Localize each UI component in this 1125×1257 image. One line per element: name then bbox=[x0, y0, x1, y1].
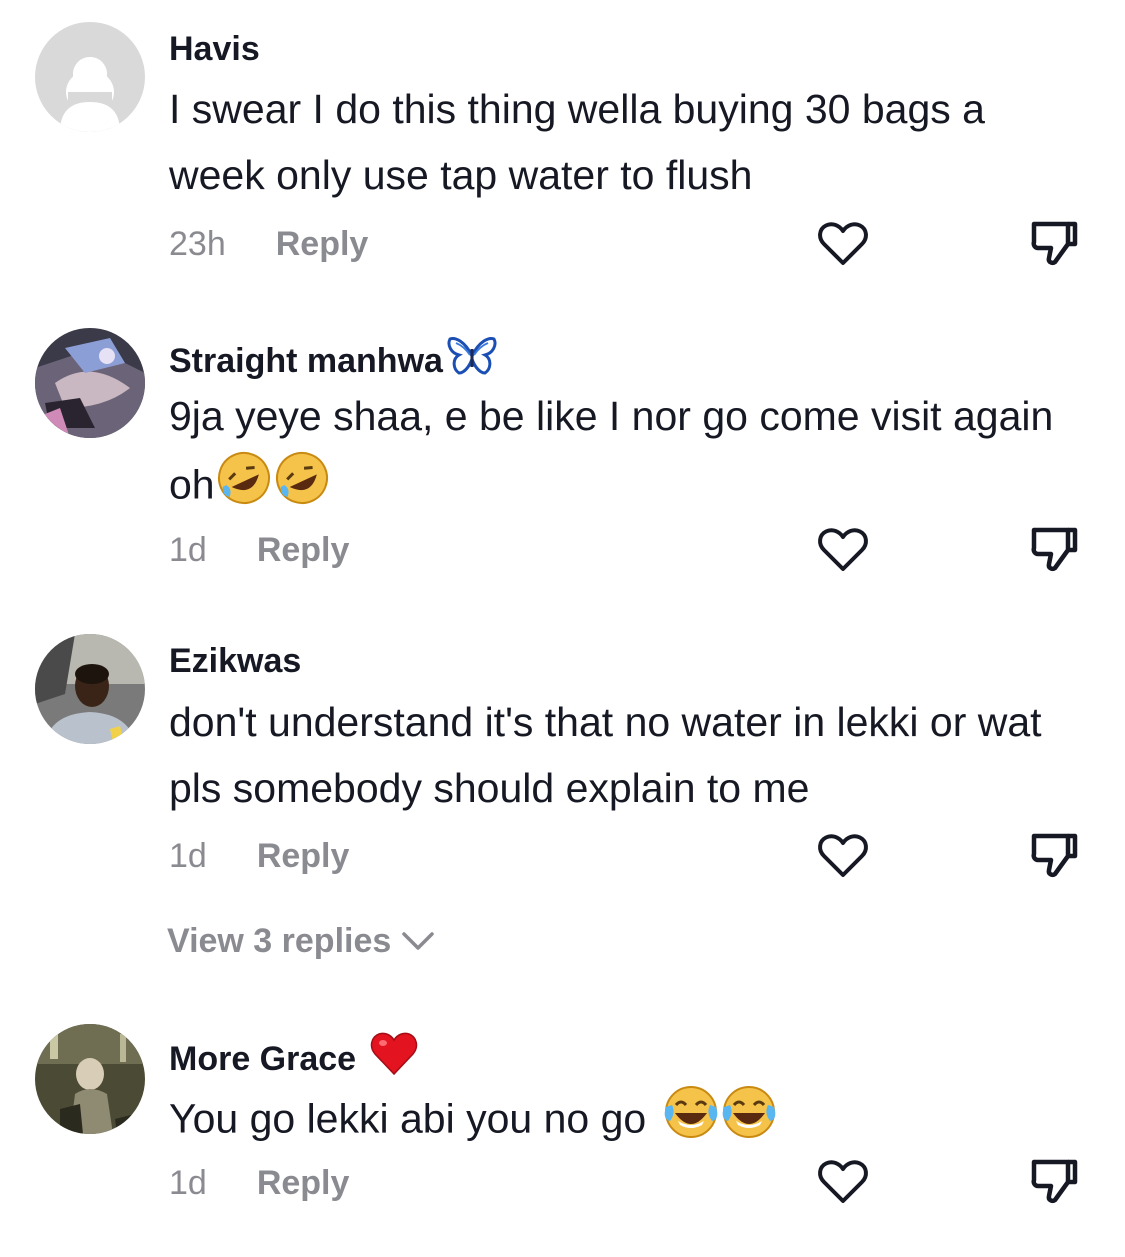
avatar[interactable] bbox=[35, 22, 145, 132]
heart-outline-icon[interactable] bbox=[817, 1159, 869, 1205]
comment-meta: 1d Reply bbox=[169, 836, 349, 876]
butterfly-icon bbox=[447, 335, 497, 386]
reply-button[interactable]: Reply bbox=[257, 1164, 350, 1202]
comment-meta: 1d Reply bbox=[169, 530, 349, 570]
view-replies-button[interactable]: View 3 replies bbox=[167, 921, 435, 961]
username-text[interactable]: More Grace bbox=[169, 1039, 356, 1079]
comment-text: You go lekki abi you no go bbox=[169, 1083, 1089, 1160]
heart-outline-icon[interactable] bbox=[817, 527, 869, 573]
comment-username[interactable]: Ezikwas bbox=[169, 641, 301, 681]
reply-button[interactable]: Reply bbox=[257, 531, 350, 569]
comment-time: 1d bbox=[169, 1164, 207, 1202]
reply-button[interactable]: Reply bbox=[257, 837, 350, 875]
avatar[interactable] bbox=[35, 634, 145, 744]
comment-time: 1d bbox=[169, 837, 207, 875]
reply-button[interactable]: Reply bbox=[276, 225, 369, 263]
thumbs-down-icon[interactable] bbox=[1028, 216, 1080, 268]
avatar[interactable] bbox=[35, 1024, 145, 1134]
thumbs-down-icon[interactable] bbox=[1028, 522, 1080, 574]
anime-avatar-icon bbox=[35, 328, 145, 438]
thumbs-down-icon[interactable] bbox=[1028, 1154, 1080, 1206]
photo-avatar-icon bbox=[35, 1024, 145, 1134]
rolling-on-floor-laughing-icon bbox=[215, 449, 273, 526]
comment-text: don't understand it's that no water in l… bbox=[169, 699, 1042, 811]
rolling-on-floor-laughing-icon bbox=[273, 449, 331, 526]
comment-text: I swear I do this thing wella buying 30 … bbox=[169, 86, 985, 198]
comment-time: 1d bbox=[169, 531, 207, 569]
heart-outline-icon[interactable] bbox=[817, 221, 869, 267]
default-avatar-icon bbox=[35, 22, 145, 132]
thumbs-down-icon[interactable] bbox=[1028, 828, 1080, 880]
photo-avatar-icon bbox=[35, 634, 145, 744]
comment-time: 23h bbox=[169, 225, 226, 263]
view-replies-label: View 3 replies bbox=[167, 922, 392, 960]
comment-username[interactable]: Havis bbox=[169, 29, 260, 69]
heart-outline-icon[interactable] bbox=[817, 833, 869, 879]
comment-username: More Grace bbox=[169, 1031, 418, 1086]
comment-text-body: You go lekki abi you no go bbox=[169, 1095, 647, 1142]
face-with-tears-of-joy-icon bbox=[662, 1083, 720, 1160]
comment-username: Straight manhwa bbox=[169, 335, 497, 386]
chevron-down-icon bbox=[402, 932, 435, 950]
username-text[interactable]: Straight manhwa bbox=[169, 341, 443, 381]
face-with-tears-of-joy-icon bbox=[720, 1083, 778, 1160]
comment-text: 9ja yeye shaa, e be like I nor go come v… bbox=[169, 383, 1089, 526]
comment-meta: 23h Reply bbox=[169, 224, 368, 264]
red-heart-icon bbox=[370, 1031, 418, 1086]
comment-meta: 1d Reply bbox=[169, 1163, 349, 1203]
avatar[interactable] bbox=[35, 328, 145, 438]
